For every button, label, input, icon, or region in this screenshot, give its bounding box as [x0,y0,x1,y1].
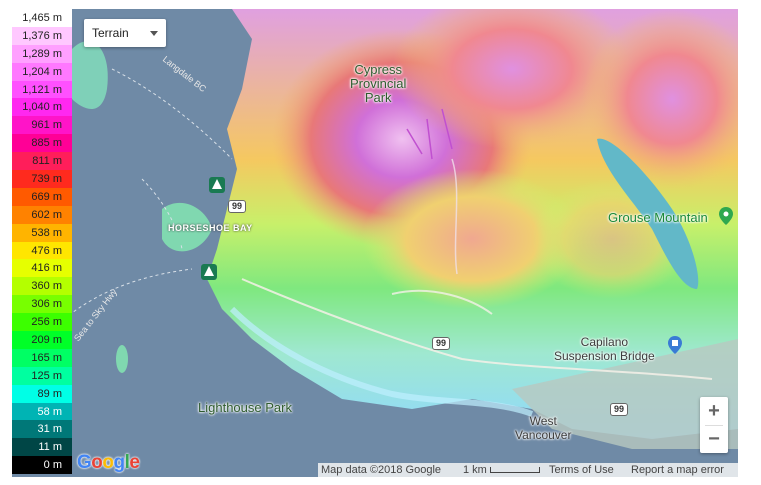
legend-entry: 306 m [12,295,72,314]
report-map-error-link[interactable]: Report a map error [631,464,724,476]
legend-entry: 1,121 m [12,80,72,99]
zoom-in-button[interactable]: + [700,397,728,425]
legend-entry: 58 m [12,402,72,421]
legend-entry: 476 m [12,241,72,260]
grouse-mountain-label: Grouse Mountain [608,210,708,225]
legend-entry: 1,040 m [12,98,72,117]
google-logo[interactable]: Google [77,452,140,474]
legend-entry: 961 m [12,116,72,135]
attraction-icon[interactable] [668,336,682,354]
legend-entry: 165 m [12,348,72,367]
zoom-control: + − [700,397,728,453]
legend-entry: 602 m [12,205,72,224]
zoom-out-button[interactable]: − [700,425,728,453]
map-pin-icon[interactable] [719,207,733,225]
legend-entry: 739 m [12,170,72,188]
google-logo-letter: G [77,452,92,473]
west-vancouver-label: West Vancouver [515,414,572,442]
capilano-suspension-bridge-label: Capilano Suspension Bridge [554,335,655,363]
lighthouse-park-label: Lighthouse Park [198,400,292,415]
terrain-map[interactable]: Cypress Provincial Park HORSESHOE BAY Gr… [12,9,738,477]
scale-bar [490,467,540,473]
map-data-attribution[interactable]: Map data ©2018 Google [321,464,441,476]
legend-entry: 1,376 m [12,26,72,45]
google-logo-letter: o [102,452,114,473]
highway-99-shield: 99 [610,403,629,416]
legend-entry: 1,465 m [12,9,72,27]
legend-entry: 125 m [12,366,72,385]
legend-entry: 31 m [12,420,72,439]
legend-entry: 1,289 m [12,44,72,63]
legend-entry: 360 m [12,277,72,296]
google-logo-letter: o [91,452,103,473]
google-logo-letter: e [129,452,140,473]
legend-entry: 885 m [12,134,72,153]
legend-entry: 538 m [12,223,72,242]
park-icon[interactable] [201,264,217,280]
legend-entry: 416 m [12,259,72,278]
legend-entry: 209 m [12,331,72,349]
map-type-selected: Terrain [92,26,129,40]
scale-label[interactable]: 1 km [463,464,487,476]
legend-entry: 811 m [12,152,72,171]
legend-entry: 11 m [12,438,72,457]
terms-of-use-link[interactable]: Terms of Use [549,464,614,476]
google-logo-letter: g [113,452,126,473]
legend-entry: 89 m [12,384,72,403]
highway-99-shield: 99 [432,337,451,350]
legend-entry: 669 m [12,187,72,206]
park-icon[interactable] [209,177,225,193]
highway-99-shield: 99 [228,200,247,213]
cypress-provincial-park-label: Cypress Provincial Park [350,62,407,105]
chevron-down-icon [150,31,158,36]
horseshoe-bay-label: HORSESHOE BAY [168,223,253,233]
map-footer: Map data ©2018 Google 1 km Terms of Use … [318,463,738,477]
elevation-legend: 1,465 m 1,376 m 1,289 m 1,204 m 1,121 m 1,040… [12,9,72,475]
legend-entry: 0 m [12,456,72,475]
map-type-select[interactable]: Terrain [84,19,166,47]
legend-entry: 256 m [12,313,72,332]
legend-entry: 1,204 m [12,62,72,81]
